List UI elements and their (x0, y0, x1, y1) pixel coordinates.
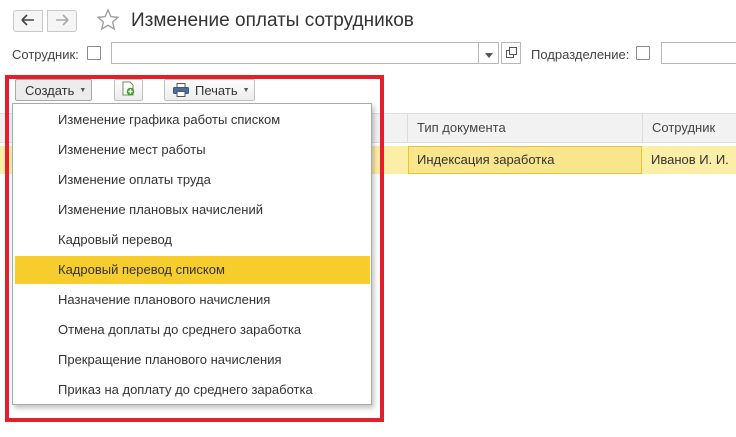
menu-item[interactable]: Кадровый перевод (15, 226, 370, 254)
back-button[interactable] (13, 10, 43, 32)
back-arrow-icon (21, 13, 35, 29)
employee-open-button[interactable] (501, 42, 521, 64)
menu-item[interactable]: Изменение оплаты труда (15, 166, 370, 194)
dropdown-arrow-icon (484, 46, 493, 61)
menu-item[interactable]: Изменение графика работы списком (15, 106, 370, 134)
employee-filter-label: Сотрудник: (12, 47, 79, 62)
print-button[interactable]: Печать ▼ (164, 79, 255, 101)
employee-filter-input[interactable] (111, 42, 479, 64)
menu-item[interactable]: Отмена доплаты до среднего заработка (15, 316, 370, 344)
print-button-label: Печать (195, 82, 238, 98)
create-dropdown-icon: ▼ (79, 86, 87, 94)
forward-button[interactable] (47, 10, 77, 32)
star-icon[interactable] (96, 8, 120, 35)
copy-document-icon (122, 81, 136, 99)
create-dropdown-menu: Изменение графика работы списком Изменен… (12, 103, 372, 405)
menu-item[interactable]: Приказ на доплату до среднего заработка (15, 376, 370, 404)
menu-item[interactable]: Изменение мест работы (15, 136, 370, 164)
copy-button[interactable] (114, 79, 143, 101)
table-cell-employee[interactable]: Иванов И. И. (643, 146, 729, 174)
column-header-employee[interactable]: Сотрудник (643, 113, 715, 143)
print-dropdown-icon: ▼ (242, 86, 250, 94)
department-filter-checkbox[interactable] (636, 46, 650, 60)
department-filter-label: Подразделение: (531, 47, 630, 62)
create-button-label: Создать (25, 82, 75, 98)
menu-item[interactable]: Назначение планового начисления (15, 286, 370, 314)
department-filter-input[interactable] (661, 42, 736, 64)
forward-arrow-icon (55, 13, 69, 29)
menu-item[interactable]: Прекращение планового начисления (15, 346, 370, 374)
open-form-icon (505, 46, 517, 61)
menu-item-highlighted[interactable]: Кадровый перевод списком (15, 256, 370, 284)
column-header-doc-type[interactable]: Тип документа (408, 113, 506, 143)
employee-dropdown-button[interactable] (479, 42, 499, 64)
table-cell-doc-type[interactable]: Индексация заработка (408, 146, 642, 174)
page-title: Изменение оплаты сотрудников (131, 10, 414, 31)
menu-item[interactable]: Изменение плановых начислений (15, 196, 370, 224)
printer-icon (173, 83, 189, 97)
employee-filter-checkbox[interactable] (87, 46, 101, 60)
create-button[interactable]: Создать ▼ (15, 79, 92, 101)
